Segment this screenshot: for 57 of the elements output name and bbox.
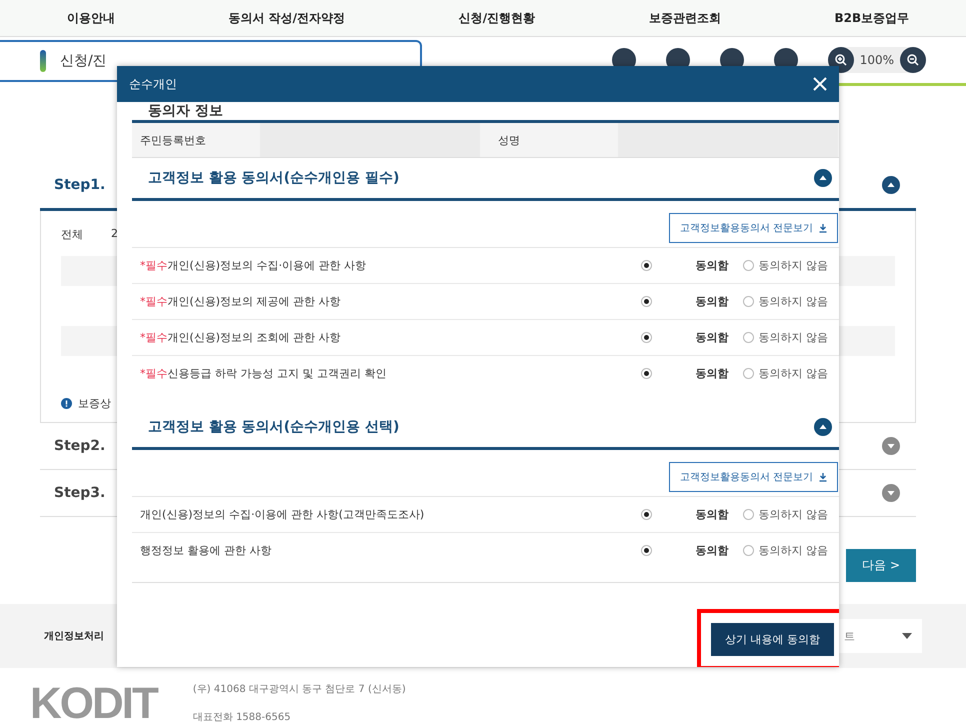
radio-option[interactable]: 동의함 [640, 534, 728, 568]
section-title: 고객정보 활용 동의서(순수개인용 필수) [148, 169, 400, 187]
nav-item[interactable]: 신청/진행현황 [458, 10, 536, 26]
agree-button[interactable]: 상기 내용에 동의함 [711, 623, 834, 656]
consent-item: *필수개인(신용)정보의 수집·이용에 관한 사항 [140, 258, 366, 273]
address: (우) 41068 대구광역시 동구 첨단로 7 (신서동) [192, 683, 406, 696]
consent-item: 개인(신용)정보의 수집·이용에 관한 사항(고객만족도조사) [140, 507, 424, 522]
next-button[interactable]: 다음 > [846, 549, 916, 582]
section-title: 동의자 정보 [148, 102, 223, 120]
step-title[interactable]: Step2. [54, 438, 106, 454]
radio-option[interactable]: 동의하지 않음 [742, 356, 828, 390]
nav-item[interactable]: B2B보증업무 [834, 10, 910, 26]
phone-number: 대표전화 1588-6565 [192, 711, 292, 724]
logo: KODIT [30, 682, 157, 726]
nav-item[interactable]: 동의서 작성/전자약정 [228, 10, 346, 26]
download-icon [819, 224, 827, 232]
download-icon [819, 472, 827, 482]
collapse-icon[interactable] [814, 169, 832, 187]
radio-option[interactable]: 동의하지 않음 [742, 534, 828, 568]
field-label: 주민등록번호 [139, 132, 207, 148]
consent-item: *필수신용등급 하락 가능성 고지 및 고객권리 확인 [140, 366, 386, 381]
expand-icon[interactable] [882, 437, 900, 455]
radio-option[interactable]: 동의하지 않음 [742, 498, 828, 532]
step-title[interactable]: Step3. [54, 485, 106, 501]
consent-item: *필수개인(신용)정보의 조회에 관한 사항 [140, 330, 341, 345]
privacy-link[interactable]: 개인정보처리 [44, 629, 104, 643]
radio-option[interactable]: 동의함 [640, 498, 728, 532]
radio-option[interactable]: 동의하지 않음 [742, 248, 828, 282]
close-icon[interactable] [813, 77, 827, 91]
total-count: 2 [111, 227, 118, 242]
expand-icon[interactable] [882, 484, 900, 502]
view-document-button[interactable]: 고객정보활용동의서 전문보기 [668, 462, 838, 492]
collapse-icon[interactable] [814, 418, 832, 436]
page-title: 신청/진 [60, 52, 107, 70]
notice-text: 보증상 [78, 396, 111, 411]
view-document-button[interactable]: 고객정보활용동의서 전문보기 [668, 213, 838, 243]
nav-item[interactable]: 이용안내 [66, 10, 115, 26]
consent-item: *필수개인(신용)정보의 제공에 관한 사항 [140, 294, 341, 309]
field-label: 성명 [497, 132, 521, 148]
radio-option[interactable]: 동의함 [640, 320, 728, 354]
zoom-level: 100% [860, 53, 894, 67]
consent-item: 행정정보 활용에 관한 사항 [140, 543, 272, 558]
dialog-title: 순수개인 [129, 76, 177, 92]
radio-option[interactable]: 동의하지 않음 [742, 320, 828, 354]
collapse-icon[interactable] [882, 176, 900, 194]
section-title: 고객정보 활용 동의서(순수개인용 선택) [148, 418, 400, 436]
step-title[interactable]: Step1. [54, 177, 106, 193]
caret-icon [902, 633, 912, 639]
nav-item[interactable]: 보증관련조회 [648, 10, 721, 26]
title-marker-icon [40, 50, 46, 72]
radio-option[interactable]: 동의함 [640, 356, 728, 390]
radio-option[interactable]: 동의함 [640, 284, 728, 318]
zoom-out-icon[interactable] [900, 47, 926, 73]
radio-option[interactable]: 동의함 [640, 248, 728, 282]
radio-option[interactable]: 동의하지 않음 [742, 284, 828, 318]
total-label: 전체 [61, 227, 83, 242]
info-icon [61, 398, 72, 409]
